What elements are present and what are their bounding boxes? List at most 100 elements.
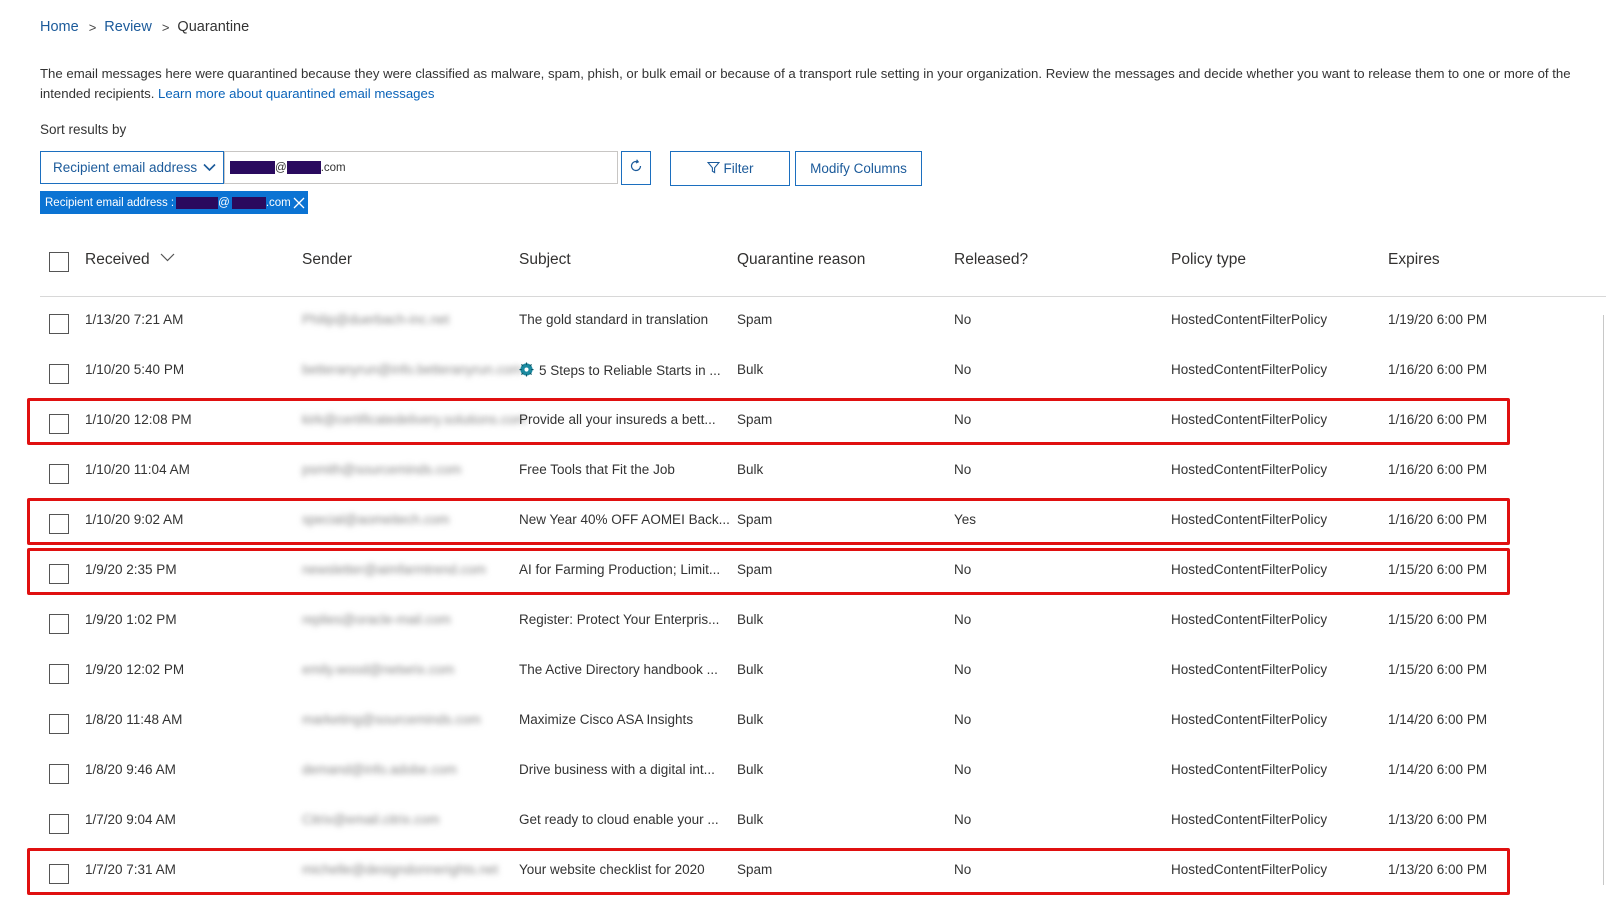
cell-policy-type-text: HostedContentFilterPolicy xyxy=(1171,712,1328,727)
column-header-policy-type[interactable]: Policy type xyxy=(1171,251,1246,269)
row-checkbox[interactable] xyxy=(49,314,69,334)
column-header-received[interactable]: Received xyxy=(85,251,175,269)
chevron-down-icon xyxy=(203,163,216,172)
cell-subject: Maximize Cisco ASA Insights xyxy=(519,712,693,727)
refresh-icon xyxy=(629,158,643,178)
cell-expires-text: 1/15/20 6:00 PM xyxy=(1388,662,1488,677)
refresh-button[interactable] xyxy=(621,151,651,185)
cell-quarantine-reason-text: Spam xyxy=(737,862,773,877)
cell-quarantine-reason: Bulk xyxy=(737,612,763,627)
learn-more-link[interactable]: Learn more about quarantined email messa… xyxy=(158,86,434,101)
cell-received: 1/8/20 11:48 AM xyxy=(85,712,182,727)
cell-subject: New Year 40% OFF AOMEI Back... xyxy=(519,512,730,527)
cell-quarantine-reason: Bulk xyxy=(737,762,763,777)
cell-policy-type: HostedContentFilterPolicy xyxy=(1171,312,1327,327)
cell-sender: Citrix@email.citrix.com xyxy=(302,812,439,827)
table-row[interactable]: 1/7/20 7:31 AM michelle@designdonnerights… xyxy=(27,847,1606,897)
cell-received-text: 1/10/20 9:02 AM xyxy=(85,512,184,527)
table-row[interactable]: 1/7/20 9:04 AM Citrix@email.citrix.com Get… xyxy=(40,797,1606,847)
breadcrumb-home-link[interactable]: Home xyxy=(40,19,79,35)
remove-filter-icon[interactable] xyxy=(293,197,305,209)
cell-released: No xyxy=(954,662,971,677)
redacted-text xyxy=(286,161,321,174)
breadcrumb-review-link[interactable]: Review xyxy=(104,19,152,35)
column-header-sender[interactable]: Sender xyxy=(302,251,352,269)
cell-subject-text: AI for Farming Production; Limit... xyxy=(519,562,721,577)
cell-sender: replies@oracle-mail.com xyxy=(302,612,451,627)
row-checkbox[interactable] xyxy=(49,664,69,684)
cell-sender-text: emily.wood@netwrix.com xyxy=(302,662,455,677)
cell-subject: Register: Protect Your Enterpris... xyxy=(519,612,719,627)
select-all-checkbox[interactable] xyxy=(49,252,69,272)
filter-button[interactable]: Filter xyxy=(670,151,790,186)
cell-received-text: 1/8/20 9:46 AM xyxy=(85,762,176,777)
sort-field-dropdown[interactable]: Recipient email address xyxy=(40,151,224,184)
column-header-quarantine-reason[interactable]: Quarantine reason xyxy=(737,251,865,269)
cell-policy-type: HostedContentFilterPolicy xyxy=(1171,812,1327,827)
table-row[interactable]: 1/10/20 9:02 AM special@aomeitech.com New … xyxy=(27,497,1606,547)
cell-subject: Your website checklist for 2020 xyxy=(519,862,705,877)
cell-quarantine-reason-text: Spam xyxy=(737,312,773,327)
table-row[interactable]: 1/10/20 5:40 PM betteranyrun@info.bettera… xyxy=(40,347,1606,397)
row-checkbox[interactable] xyxy=(49,464,69,484)
quarantine-table: Received Sender Subject Quarantine reaso… xyxy=(27,238,1606,897)
cell-received: 1/10/20 5:40 PM xyxy=(85,362,184,377)
table-row[interactable]: 1/10/20 12:08 PM kirk@certificatedelivery… xyxy=(27,397,1606,447)
cell-subject-text: Your website checklist for 2020 xyxy=(519,862,705,877)
cell-sender-text: michelle@designdonnerights.net xyxy=(302,862,499,877)
row-checkbox[interactable] xyxy=(49,864,69,884)
table-row[interactable]: 1/8/20 11:48 AM marketing@sourceminds.com… xyxy=(40,697,1606,747)
table-row[interactable]: 1/9/20 12:02 PM emily.wood@netwrix.com The… xyxy=(40,647,1606,697)
cell-policy-type-text: HostedContentFilterPolicy xyxy=(1171,762,1328,777)
cell-sender-text: newsletter@aimfarmtrend.com xyxy=(302,562,487,577)
cell-released: No xyxy=(954,562,971,577)
modify-columns-button[interactable]: Modify Columns xyxy=(795,151,922,186)
recipient-search-input[interactable]: @ .com xyxy=(224,151,618,184)
cell-policy-type-text: HostedContentFilterPolicy xyxy=(1171,512,1328,527)
cell-expires-text: 1/15/20 6:00 PM xyxy=(1388,562,1488,577)
table-row[interactable]: 1/9/20 2:35 PM newsletter@aimfarmtrend.co… xyxy=(27,547,1606,597)
sort-descending-icon xyxy=(160,253,175,262)
row-checkbox[interactable] xyxy=(49,814,69,834)
redacted-text xyxy=(231,196,266,209)
table-body: 1/13/20 7:21 AM Philip@duerbach-inc.net Th… xyxy=(27,297,1606,897)
table-row[interactable]: 1/9/20 1:02 PM replies@oracle-mail.com Reg… xyxy=(40,597,1606,647)
cell-quarantine-reason-text: Bulk xyxy=(737,362,764,377)
table-row[interactable]: 1/8/20 9:46 AM demand@info.adobe.com Drive… xyxy=(40,747,1606,797)
cell-policy-type-text: HostedContentFilterPolicy xyxy=(1171,862,1328,877)
cell-subject: The Active Directory handbook ... xyxy=(519,662,718,677)
cell-quarantine-reason-text: Bulk xyxy=(737,712,764,727)
row-checkbox[interactable] xyxy=(49,764,69,784)
cell-quarantine-reason-text: Bulk xyxy=(737,462,764,477)
column-header-subject[interactable]: Subject xyxy=(519,251,571,269)
row-checkbox[interactable] xyxy=(49,714,69,734)
breadcrumb-separator: > xyxy=(88,19,97,35)
cell-quarantine-reason-text: Spam xyxy=(737,512,773,527)
cell-policy-type: HostedContentFilterPolicy xyxy=(1171,562,1327,577)
row-checkbox[interactable] xyxy=(49,364,69,384)
cell-expires-text: 1/14/20 6:00 PM xyxy=(1388,762,1488,777)
cell-expires: 1/19/20 6:00 PM xyxy=(1388,312,1487,327)
cell-sender-text: demand@info.adobe.com xyxy=(302,762,457,777)
cell-sender: emily.wood@netwrix.com xyxy=(302,662,454,677)
row-checkbox[interactable] xyxy=(49,564,69,584)
cell-policy-type: HostedContentFilterPolicy xyxy=(1171,662,1327,677)
cell-policy-type-text: HostedContentFilterPolicy xyxy=(1171,562,1328,577)
table-row[interactable]: 1/13/20 7:21 AM Philip@duerbach-inc.net Th… xyxy=(40,297,1606,347)
cell-policy-type: HostedContentFilterPolicy xyxy=(1171,362,1327,377)
cell-sender-text: Philip@duerbach-inc.net xyxy=(302,312,450,327)
row-checkbox[interactable] xyxy=(49,614,69,634)
row-checkbox[interactable] xyxy=(49,414,69,434)
column-header-expires[interactable]: Expires xyxy=(1388,251,1440,269)
cell-quarantine-reason: Spam xyxy=(737,512,772,527)
table-row[interactable]: 1/10/20 11:04 AM psmith@sourceminds.com Fr… xyxy=(40,447,1606,497)
gear-icon xyxy=(519,362,534,377)
row-checkbox[interactable] xyxy=(49,514,69,534)
column-header-released[interactable]: Released? xyxy=(954,251,1028,269)
cell-quarantine-reason: Bulk xyxy=(737,662,763,677)
cell-subject: Get ready to cloud enable your ... xyxy=(519,812,719,827)
cell-released-text: No xyxy=(954,362,972,377)
scrollbar-track[interactable] xyxy=(1603,315,1604,885)
cell-sender-text: Citrix@email.citrix.com xyxy=(302,812,440,827)
cell-released-text: No xyxy=(954,712,972,727)
